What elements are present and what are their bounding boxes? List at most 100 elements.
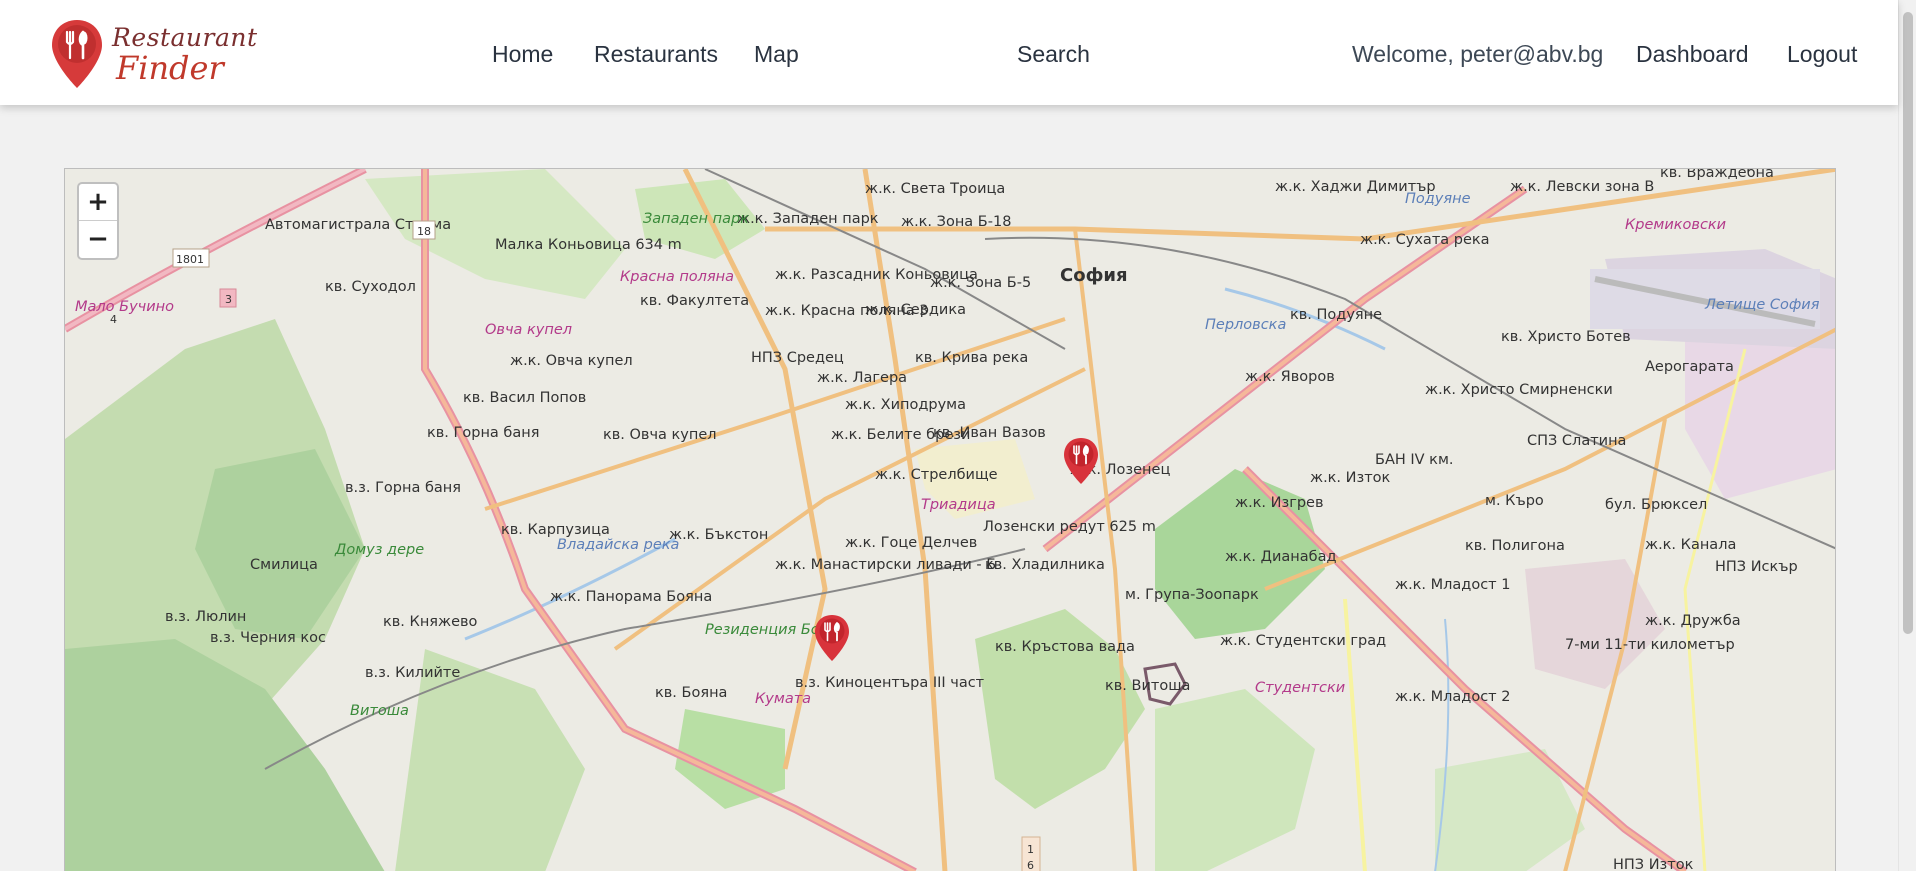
map-label: кв. Витоша: [1105, 678, 1190, 694]
nav-logout[interactable]: Logout: [1787, 41, 1857, 68]
map-label: ж.к. Манастирски ливади - Б: [775, 557, 996, 573]
road-shield: 1801: [176, 253, 204, 266]
map-label: в.з. Горна баня: [345, 480, 461, 496]
map-label: Смилица: [250, 557, 318, 573]
map-label: СПЗ Слатина: [1527, 433, 1626, 449]
map-label: Студентски: [1255, 680, 1345, 696]
map-label: ж.к. Дружба: [1645, 613, 1741, 629]
page-scrollbar[interactable]: [1898, 0, 1916, 871]
map-label: в.з. Черния кос: [210, 630, 326, 646]
map-label: ж.к. Младост 2: [1395, 689, 1510, 705]
map-label: Кремиковски: [1625, 217, 1726, 233]
map-label: Подуяне: [1405, 191, 1471, 207]
map-label: м. Къро: [1485, 493, 1544, 509]
map-tiles[interactable]: София ж.к. Света Троица ж.к. Зона Б-18 ж…: [65, 169, 1836, 871]
map-label: НПЗ Искър: [1715, 559, 1798, 575]
map-label: НПЗ Средец: [751, 350, 844, 366]
map-label: ж.к. Левски зона В: [1510, 179, 1654, 195]
map-label: ж.к. Панорама Бояна: [550, 589, 712, 605]
map-label: ж.к. Сердика: [865, 302, 966, 318]
road-shield: 6: [1027, 859, 1034, 871]
nav-restaurants[interactable]: Restaurants: [594, 41, 718, 68]
map-label: Малка Коньовица 634 m: [495, 237, 682, 253]
map-label: ж.к. Западен парк: [737, 211, 879, 227]
map-label-sofia: София: [1060, 265, 1128, 286]
restaurant-marker-icon[interactable]: [1062, 437, 1100, 485]
restaurant-marker-icon[interactable]: [813, 614, 851, 662]
map-label: кв. Васил Попов: [463, 390, 586, 406]
map-label: м. Група-Зоопарк: [1125, 587, 1259, 603]
map-label: ж.к. Зона Б-18: [901, 214, 1011, 230]
map-label: Западен парк: [643, 211, 749, 227]
brand-name-line2: Finder: [116, 48, 224, 87]
zoom-in-button[interactable]: +: [79, 184, 117, 221]
map-label: в.з. Киноцентъра III част: [795, 675, 985, 691]
restaurant-pin-icon: [52, 20, 102, 88]
scrollbar-thumb[interactable]: [1903, 12, 1913, 634]
nav-home[interactable]: Home: [492, 41, 553, 68]
map-label: ж.к. Дианабад: [1225, 549, 1337, 565]
map-label: Овча купел: [485, 322, 572, 338]
map-label: Кумата: [755, 691, 811, 707]
map-label: БАН IV км.: [1375, 452, 1454, 468]
nav-search[interactable]: Search: [1017, 41, 1090, 68]
map-label: кв. Овча купел: [603, 427, 717, 443]
map-label: кв. Горна баня: [427, 425, 539, 441]
map-label: кв. Бояна: [655, 685, 727, 701]
map-label: кв. Иван Вазов: [933, 425, 1046, 441]
zoom-out-button[interactable]: −: [79, 221, 117, 258]
map-label: кв. Карпузица: [501, 522, 610, 538]
map-label: кв. Факултета: [640, 293, 749, 309]
map-label: НПЗ Изток: [1613, 857, 1694, 871]
welcome-text: Welcome, peter@abv.bg: [1352, 41, 1604, 67]
map-label: кв. Крива река: [915, 350, 1028, 366]
nav-map[interactable]: Map: [754, 41, 799, 68]
map-label: ж.к. Изгрев: [1235, 495, 1324, 511]
map-label: ж.к. Канала: [1645, 537, 1736, 553]
brand-logo[interactable]: Restaurant Finder: [50, 18, 258, 90]
road-shield: 3: [225, 293, 232, 306]
map-label: кв. Суходол: [325, 279, 416, 295]
map-label: кв. Подуяне: [1290, 307, 1382, 323]
map-label: ж.к. Христо Смирненски: [1425, 382, 1613, 398]
road-shield: 1: [1027, 843, 1034, 856]
map-label: кв. Хладилника: [985, 557, 1105, 573]
map-label: кв. Княжево: [383, 614, 478, 630]
map-label: Аерогарата: [1645, 359, 1734, 375]
map-label: ж.к. Бъкстон: [669, 527, 768, 543]
map-label: ж.к. Студентски град: [1220, 633, 1386, 649]
map-label: кв. Кръстова вада: [995, 639, 1135, 655]
map-label: ж.к. Хиподрума: [845, 397, 966, 413]
map-label: ж.к. Сухата река: [1360, 232, 1490, 248]
navbar: Restaurant Finder Home Restaurants Map S…: [0, 0, 1898, 105]
map-label: ж.к. Яворов: [1245, 369, 1335, 385]
map-label: ж.к. Лагера: [817, 370, 907, 386]
map-label: Триадица: [921, 497, 996, 513]
map-label: в.з. Люлин: [165, 609, 246, 625]
map-label: кв. Враждебна: [1660, 169, 1774, 181]
map-label: ж.к. Зона Б-5: [930, 275, 1031, 291]
brand-name-line1: Restaurant: [112, 22, 258, 52]
map-label: Летище София: [1704, 297, 1820, 313]
map-label: в.з. Килийте: [365, 665, 460, 681]
map-label: кв. Полигона: [1465, 538, 1565, 554]
map-label: ж.к. Изток: [1310, 470, 1391, 486]
map-label: ж.к. Стрелбище: [875, 467, 998, 483]
map-label: Витоша: [350, 703, 409, 719]
nav-dashboard[interactable]: Dashboard: [1636, 41, 1749, 68]
map-label: 7-ми 11-ти километър: [1565, 637, 1735, 653]
zoom-control: + −: [77, 182, 119, 260]
map-label: бул. Брюксел: [1605, 497, 1707, 513]
restaurant-map[interactable]: София ж.к. Света Троица ж.к. Зона Б-18 ж…: [64, 168, 1836, 871]
road-shield: 4: [110, 313, 117, 326]
map-label: ж.к. Младост 1: [1395, 577, 1510, 593]
map-label: ж.к. Гоце Делчев: [845, 535, 977, 551]
road-shield: 18: [417, 225, 431, 238]
map-label: Лозенски редут 625 m: [983, 519, 1156, 535]
map-label: кв. Христо Ботев: [1501, 329, 1631, 345]
map-label: Перловска: [1205, 317, 1286, 333]
map-label: Мало Бучино: [75, 299, 174, 315]
map-label: ж.к. Света Троица: [865, 181, 1005, 197]
map-label: ж.к. Овча купел: [510, 353, 633, 369]
map-label: Красна поляна: [620, 269, 734, 285]
